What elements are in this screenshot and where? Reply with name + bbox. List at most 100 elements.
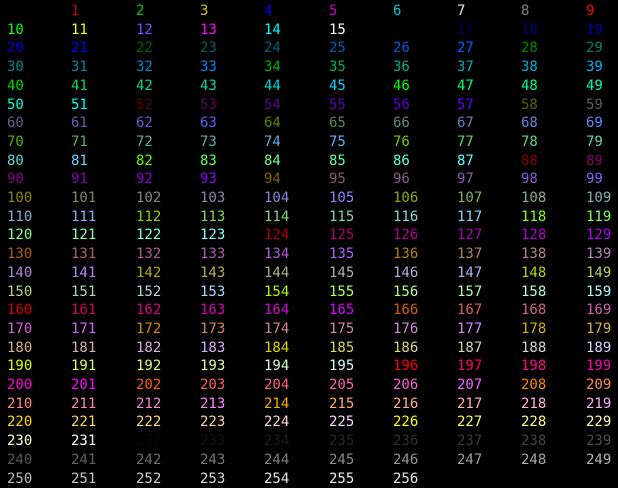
color-cell-48: 48 xyxy=(521,78,538,94)
color-cell-165: 165 xyxy=(329,302,355,318)
color-cell-137: 137 xyxy=(457,246,483,262)
color-cell-143: 143 xyxy=(200,265,226,281)
color-cell-224: 224 xyxy=(264,414,290,430)
color-cell-73: 73 xyxy=(200,134,217,150)
color-cell-68: 68 xyxy=(521,115,538,131)
color-cell-247: 247 xyxy=(457,452,483,468)
color-cell-152: 152 xyxy=(136,284,162,300)
color-cell-107: 107 xyxy=(457,190,483,206)
color-cell-132: 132 xyxy=(136,246,162,262)
color-cell-113: 113 xyxy=(200,209,226,225)
color-cell-173: 173 xyxy=(200,321,226,337)
color-cell-180: 180 xyxy=(7,340,33,356)
color-cell-161: 161 xyxy=(71,302,97,318)
color-cell-52: 52 xyxy=(136,97,153,113)
color-cell-229: 229 xyxy=(586,414,612,430)
color-cell-100: 100 xyxy=(7,190,33,206)
color-cell-205: 205 xyxy=(329,377,355,393)
color-cell-85: 85 xyxy=(329,153,346,169)
color-cell-244: 244 xyxy=(264,452,290,468)
color-cell-212: 212 xyxy=(136,396,162,412)
color-cell-249: 249 xyxy=(586,452,612,468)
color-cell-95: 95 xyxy=(329,171,346,187)
color-cell-12: 12 xyxy=(136,22,153,38)
color-cell-58: 58 xyxy=(521,97,538,113)
color-cell-232: 232 xyxy=(136,433,162,449)
color-cell-71: 71 xyxy=(71,134,88,150)
color-cell-136: 136 xyxy=(393,246,419,262)
color-cell-84: 84 xyxy=(264,153,281,169)
color-cell-118: 118 xyxy=(521,209,547,225)
color-cell-174: 174 xyxy=(264,321,290,337)
color-cell-99: 99 xyxy=(586,171,603,187)
color-cell-169: 169 xyxy=(586,302,612,318)
color-cell-187: 187 xyxy=(457,340,483,356)
color-cell-122: 122 xyxy=(136,227,162,243)
color-cell-38: 38 xyxy=(521,59,538,75)
color-cell-148: 148 xyxy=(521,265,547,281)
color-cell-155: 155 xyxy=(329,284,355,300)
color-cell-101: 101 xyxy=(71,190,97,206)
color-cell-163: 163 xyxy=(200,302,226,318)
color-cell-11: 11 xyxy=(71,22,88,38)
color-cell-154: 154 xyxy=(264,284,290,300)
color-cell-228: 228 xyxy=(521,414,547,430)
color-cell-218: 218 xyxy=(521,396,547,412)
color-cell-177: 177 xyxy=(457,321,483,337)
terminal-output: 0 1 2 3 4 5 6 7 8 9 10 11 12 13 14 15 16 17 18 19 20 21 22 23 24… xyxy=(0,0,618,487)
color-cell-43: 43 xyxy=(200,78,217,94)
color-cell-19: 19 xyxy=(586,22,603,38)
color-cell-46: 46 xyxy=(393,78,410,94)
color-cell-253: 253 xyxy=(200,471,226,487)
color-cell-0: 0 xyxy=(7,3,16,19)
color-cell-221: 221 xyxy=(71,414,97,430)
color-cell-254: 254 xyxy=(264,471,290,487)
color-cell-138: 138 xyxy=(521,246,547,262)
color-cell-139: 139 xyxy=(586,246,612,262)
color-cell-222: 222 xyxy=(136,414,162,430)
color-cell-37: 37 xyxy=(457,59,474,75)
color-cell-60: 60 xyxy=(7,115,24,131)
color-cell-242: 242 xyxy=(136,452,162,468)
color-cell-63: 63 xyxy=(200,115,217,131)
color-cell-26: 26 xyxy=(393,40,410,56)
color-cell-189: 189 xyxy=(586,340,612,356)
color-cell-21: 21 xyxy=(71,40,88,56)
color-cell-175: 175 xyxy=(329,321,355,337)
color-cell-197: 197 xyxy=(457,358,483,374)
color-cell-97: 97 xyxy=(457,171,474,187)
color-cell-182: 182 xyxy=(136,340,162,356)
color-cell-89: 89 xyxy=(586,153,603,169)
color-cell-119: 119 xyxy=(586,209,612,225)
color-cell-93: 93 xyxy=(200,171,217,187)
color-cell-105: 105 xyxy=(329,190,355,206)
color-cell-245: 245 xyxy=(329,452,355,468)
color-cell-176: 176 xyxy=(393,321,419,337)
color-cell-6: 6 xyxy=(393,3,402,19)
color-cell-39: 39 xyxy=(586,59,603,75)
color-cell-130: 130 xyxy=(7,246,33,262)
color-cell-171: 171 xyxy=(71,321,97,337)
color-cell-250: 250 xyxy=(7,471,33,487)
color-cell-54: 54 xyxy=(264,97,281,113)
color-cell-188: 188 xyxy=(521,340,547,356)
color-cell-106: 106 xyxy=(393,190,419,206)
color-cell-120: 120 xyxy=(7,227,33,243)
color-cell-220: 220 xyxy=(7,414,33,430)
color-cell-198: 198 xyxy=(521,358,547,374)
color-cell-246: 246 xyxy=(393,452,419,468)
color-cell-204: 204 xyxy=(264,377,290,393)
color-cell-30: 30 xyxy=(7,59,24,75)
color-cell-123: 123 xyxy=(200,227,226,243)
color-cell-208: 208 xyxy=(521,377,547,393)
color-cell-124: 124 xyxy=(264,227,290,243)
color-cell-51: 51 xyxy=(71,97,88,113)
color-cell-78: 78 xyxy=(521,134,538,150)
color-cell-193: 193 xyxy=(200,358,226,374)
color-cell-190: 190 xyxy=(7,358,33,374)
color-cell-34: 34 xyxy=(264,59,281,75)
color-cell-226: 226 xyxy=(393,414,419,430)
color-cell-103: 103 xyxy=(200,190,226,206)
color-cell-172: 172 xyxy=(136,321,162,337)
color-cell-88: 88 xyxy=(521,153,538,169)
